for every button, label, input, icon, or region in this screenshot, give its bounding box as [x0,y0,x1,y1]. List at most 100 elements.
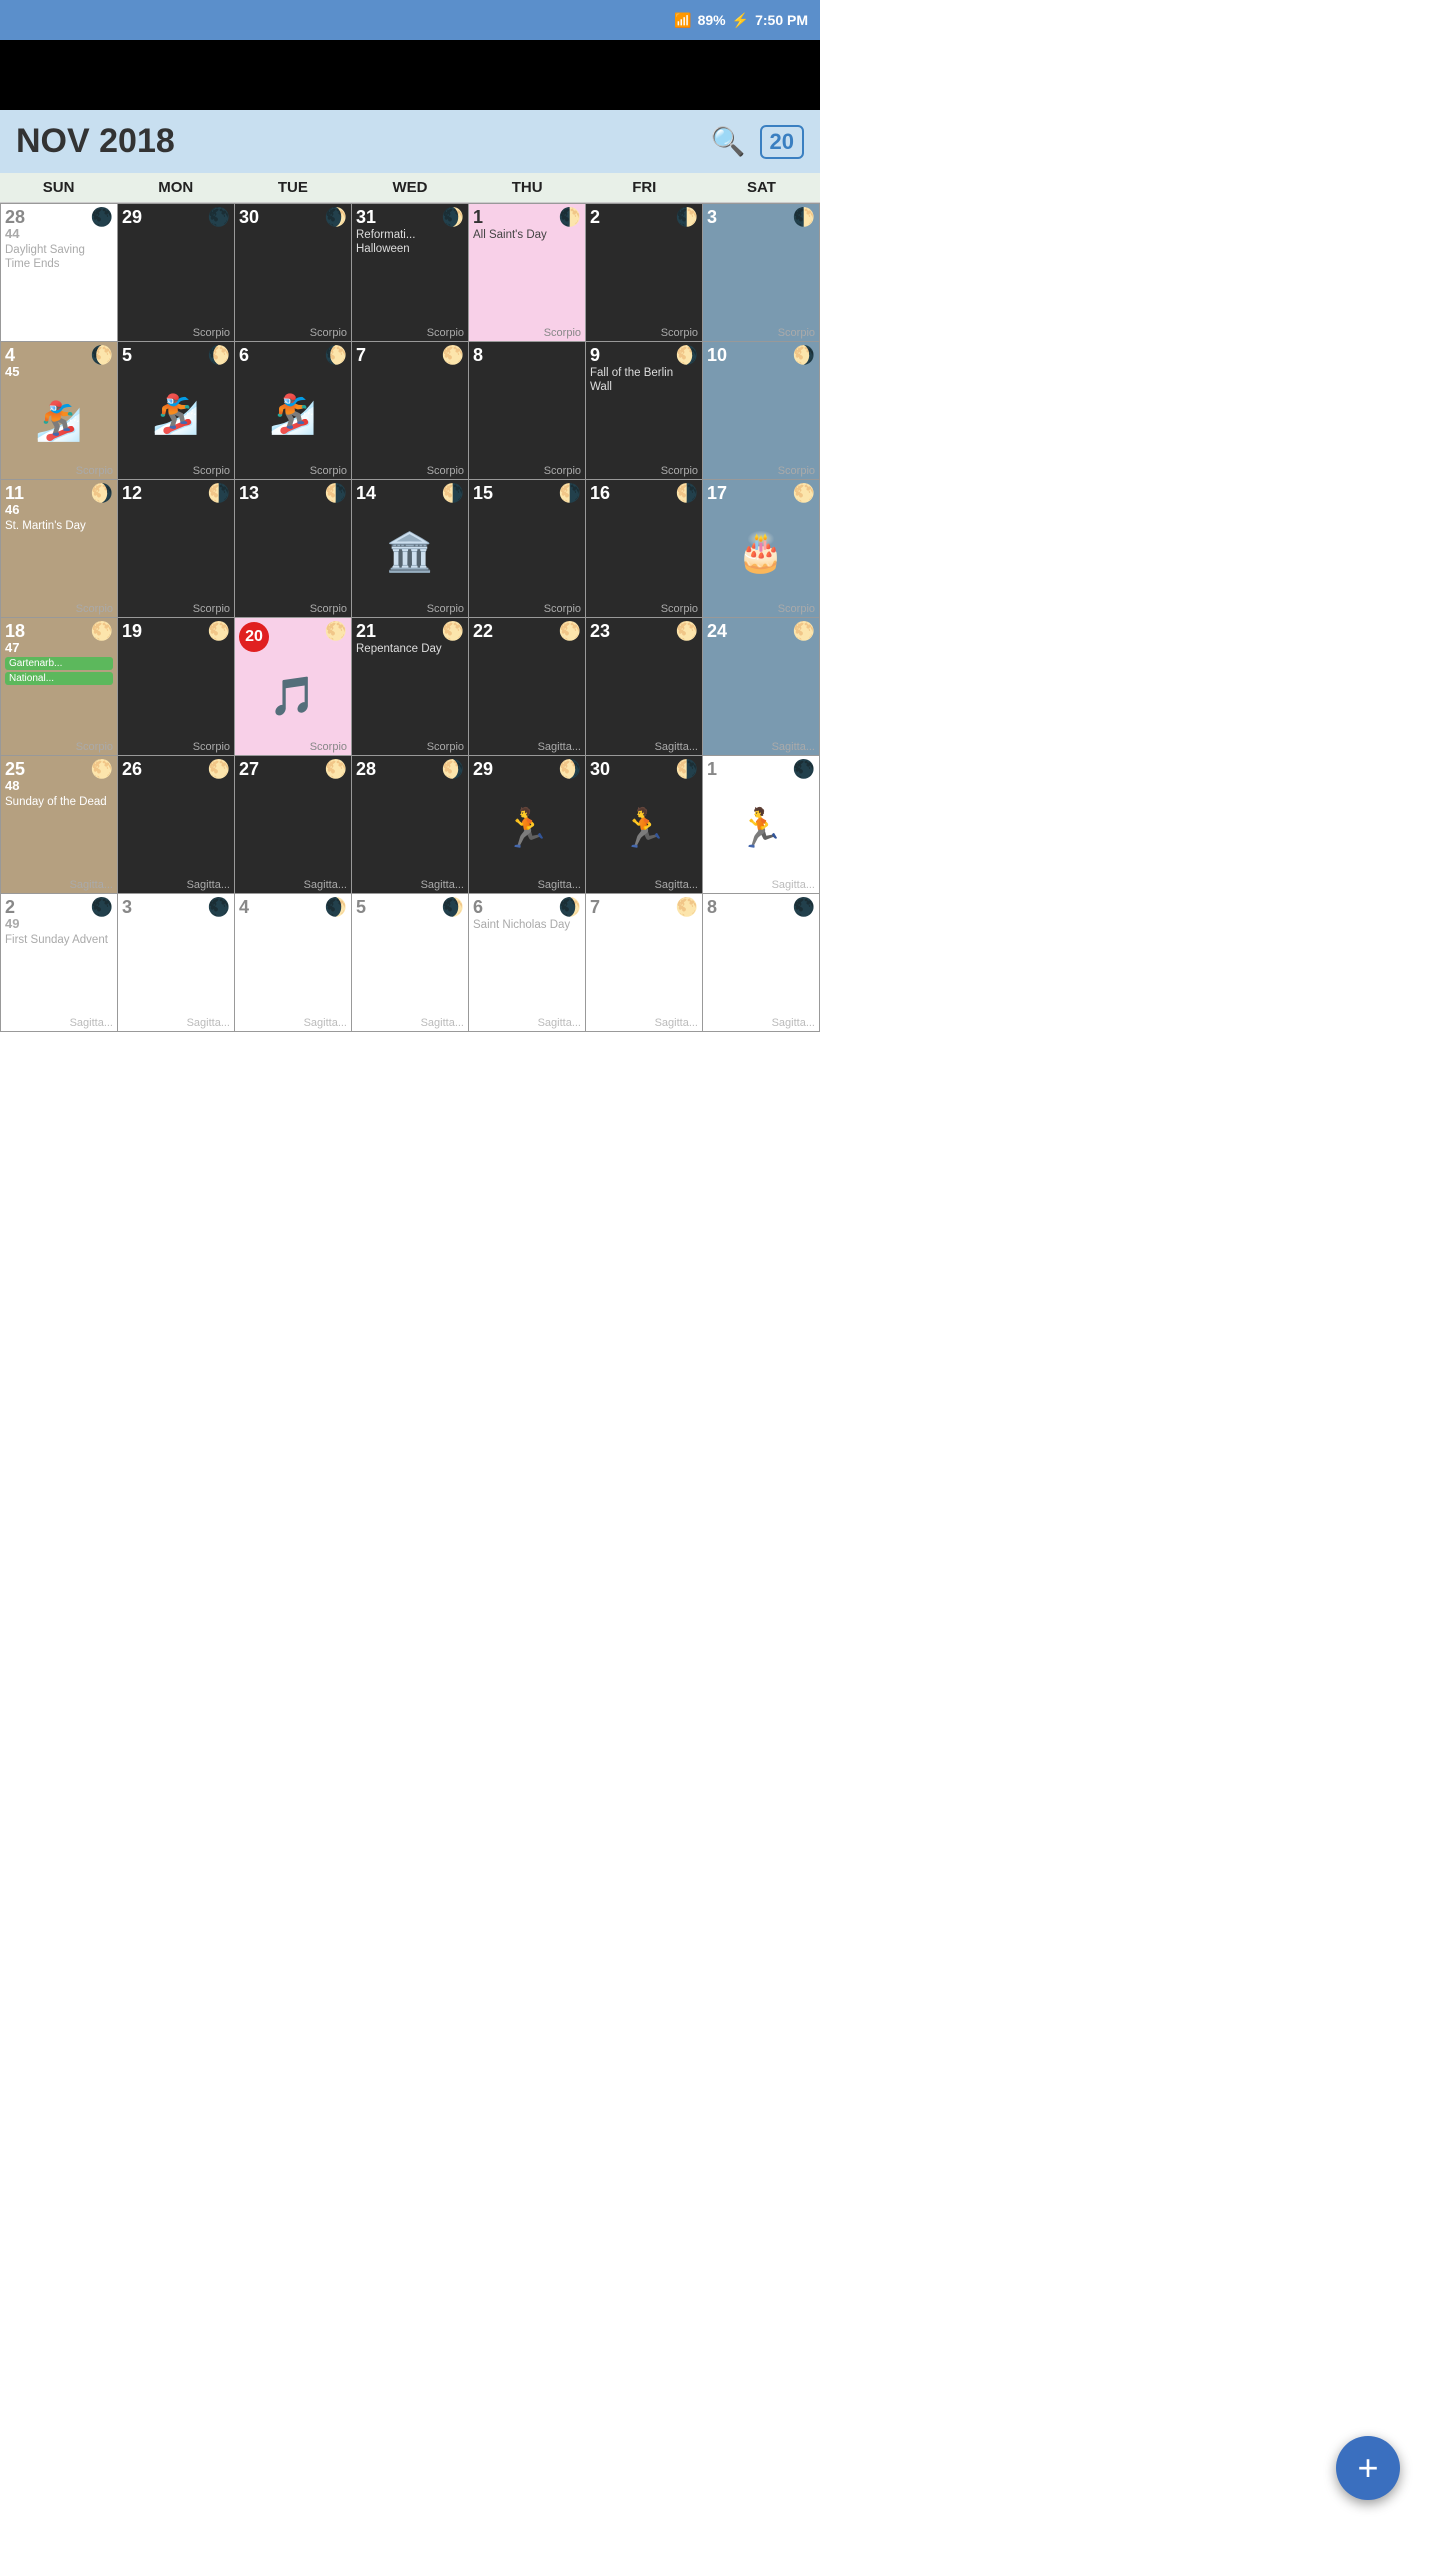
cell-top-row: 18🌕 [5,622,113,640]
calendar-cell[interactable]: 30🌒Scorpio [235,204,352,342]
zodiac-label: Scorpio [5,465,113,477]
moon-phase-icon: 🌗 [559,484,581,502]
cell-top-row: 25🌕 [5,760,113,778]
calendar-cell[interactable]: 29🌖🏃Sagitta... [469,756,586,894]
calendar-cell[interactable]: 27🌕Sagitta... [235,756,352,894]
calendar-cell[interactable]: 17🌕🎂Scorpio [703,480,820,618]
zodiac-label: Sagitta... [122,879,230,891]
calendar-cell[interactable]: 8Scorpio [469,342,586,480]
calendar-cell[interactable]: 8🌑Sagitta... [703,894,820,1032]
add-event-button[interactable]: + [1336,2436,1400,2500]
calendar-cell[interactable]: 7🌕Scorpio [352,342,469,480]
zodiac-label: Scorpio [239,603,347,615]
calendar-cell[interactable]: 10🌖Scorpio [703,342,820,480]
calendar-cell[interactable]: 15🌗 Scorpio [469,480,586,618]
calendar-cell[interactable]: 24🌕Sagitta... [703,618,820,756]
cell-top-row: 7🌕 [356,346,464,364]
cell-top-row: 20 🌕 [239,622,347,652]
moon-phase-icon: 🌕 [793,622,815,640]
calendar-cell[interactable]: 1🌓All Saint's DayScorpio [469,204,586,342]
cell-date-number: 18 [5,622,25,640]
calendar-cell[interactable]: 31🌒Reformati... HalloweenScorpio [352,204,469,342]
zodiac-label: Scorpio [473,603,581,615]
moon-phase-icon: 🌕 [559,622,581,640]
cell-date-number: 4 [5,346,15,364]
moon-phase-icon: 🌕 [325,622,347,640]
calendar-cell[interactable]: 25🌕48Sunday of the DeadSagitta... [1,756,118,894]
zodiac-label: Sagitta... [473,741,581,753]
cell-top-row: 16🌗 [590,484,698,502]
zodiac-label: Sagitta... [707,879,815,891]
calendar-cell[interactable]: 6🌔🏂Scorpio [235,342,352,480]
calendar-cell[interactable]: 20🌕🎵Scorpio [235,618,352,756]
zodiac-label: Scorpio [122,327,230,339]
cell-date-number: 4 [239,898,249,916]
calendar-cell[interactable]: 14🌗🏛️Scorpio [352,480,469,618]
cell-top-row: 15🌗 [473,484,581,502]
calendar-cell[interactable]: 16🌗 Scorpio [586,480,703,618]
calendar-cell[interactable]: 13🌗 Scorpio [235,480,352,618]
cell-date-number: 3 [707,208,717,226]
moon-phase-icon: 🌒 [325,208,347,226]
event-tag-2: National... [5,672,113,685]
calendar-cell[interactable]: 4🌒Sagitta... [235,894,352,1032]
cell-date-number: 24 [707,622,727,640]
cell-top-row: 2🌓 [590,208,698,226]
calendar-cell[interactable]: 4🌔45🏂Scorpio [1,342,118,480]
calendar-cell[interactable]: 21🌕Repentance DayScorpio [352,618,469,756]
calendar-cell[interactable]: 23🌕Sagitta... [586,618,703,756]
moon-phase-icon: 🌓 [793,208,815,226]
calendar-cell[interactable]: 22 🌕 Sagitta... [469,618,586,756]
cell-top-row: 2🌑 [5,898,113,916]
zodiac-label: Sagitta... [473,1017,581,1029]
cell-top-row: 5🌔 [122,346,230,364]
cell-top-row: 26🌕 [122,760,230,778]
cell-event-text: Sunday of the Dead [5,795,113,879]
today-button[interactable]: 20 [760,125,804,159]
search-icon[interactable]: 🔍 [711,125,746,158]
cell-date-number: 22 [473,622,493,640]
calendar-cell[interactable]: 2🌑49First Sunday AdventSagitta... [1,894,118,1032]
calendar-cell[interactable]: 18🌕47Gartenarb...National...Scorpio [1,618,118,756]
cell-top-row: 24 🌕 [707,622,815,640]
calendar-cell[interactable]: 26🌕 Sagitta... [118,756,235,894]
calendar-cell[interactable]: 19🌕Scorpio [118,618,235,756]
calendar-cell[interactable]: 12🌗Scorpio [118,480,235,618]
calendar-cell[interactable]: 28🌖Sagitta... [352,756,469,894]
calendar-cell[interactable]: 9🌖Fall of the Berlin WallScorpio [586,342,703,480]
moon-phase-icon: 🌕 [442,346,464,364]
calendar-cell[interactable]: 6🌒Saint Nicholas DaySagitta... [469,894,586,1032]
zodiac-label: Sagitta... [5,879,113,891]
moon-phase-icon: 🌕 [208,622,230,640]
calendar-cell[interactable]: 11🌖46St. Martin's DayScorpio [1,480,118,618]
cell-date-number: 21 [356,622,376,640]
calendar-cell[interactable]: 5🌒Sagitta... [352,894,469,1032]
cell-date-number: 14 [356,484,376,502]
day-header-fri: FRI [586,173,703,202]
calendar-cell[interactable]: 3🌓Scorpio [703,204,820,342]
calendar-cell[interactable]: 3🌑Sagitta... [118,894,235,1032]
cell-date-number: 1 [473,208,483,226]
cell-date-number: 20 [239,622,269,652]
zodiac-label: Scorpio [590,603,698,615]
cell-top-row: 28🌖 [356,760,464,778]
calendar-cell[interactable]: 1🌑🏃Sagitta... [703,756,820,894]
calendar-cell[interactable]: 5🌔🏂Scorpio [118,342,235,480]
calendar-cell[interactable]: 28🌑44Daylight Saving Time Ends [1,204,118,342]
calendar-cell[interactable]: 7🌕Sagitta... [586,894,703,1032]
calendar-cell[interactable]: 2🌓Scorpio [586,204,703,342]
moon-phase-icon: 🌕 [676,898,698,916]
cell-date-number: 10 [707,346,727,364]
calendar-cell[interactable]: 29🌑Scorpio [118,204,235,342]
calendar-cell[interactable]: 30🌗🏃Sagitta... [586,756,703,894]
cell-top-row: 30🌒 [239,208,347,226]
moon-phase-icon: 🌒 [559,898,581,916]
cell-top-row: 3🌓 [707,208,815,226]
event-tag: Gartenarb... [5,657,113,670]
cell-top-row: 23🌕 [590,622,698,640]
cell-top-row: 13🌗 [239,484,347,502]
moon-phase-icon: 🌕 [442,622,464,640]
zodiac-label: Scorpio [239,741,347,753]
cell-date-number: 5 [356,898,366,916]
signal-icon: 📶 [674,12,691,29]
